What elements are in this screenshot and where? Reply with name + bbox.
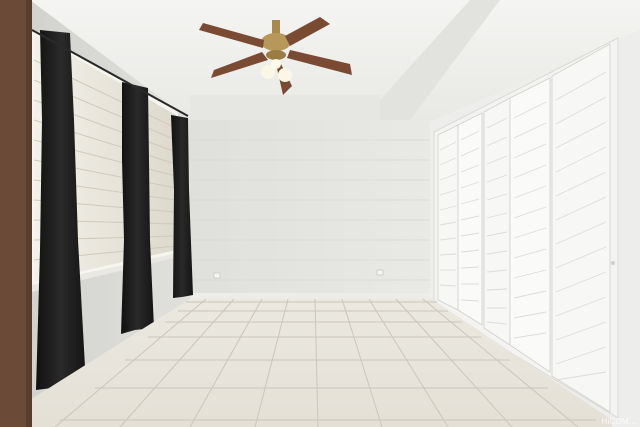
room-photo: HiCOM... bbox=[0, 0, 640, 427]
ceiling-soffit-edge bbox=[190, 95, 380, 122]
room-illustration bbox=[0, 0, 640, 427]
back-wall bbox=[190, 120, 432, 300]
closet-knob bbox=[611, 261, 615, 265]
wall-outlet-left bbox=[213, 272, 221, 279]
wall-outlet-right bbox=[376, 269, 384, 276]
door-frame-edge bbox=[26, 0, 32, 427]
watermark: HiCOM... bbox=[601, 417, 636, 426]
fan-light-bulb bbox=[271, 59, 281, 69]
baseboard bbox=[190, 293, 432, 299]
fan-light-bulb bbox=[278, 68, 292, 82]
